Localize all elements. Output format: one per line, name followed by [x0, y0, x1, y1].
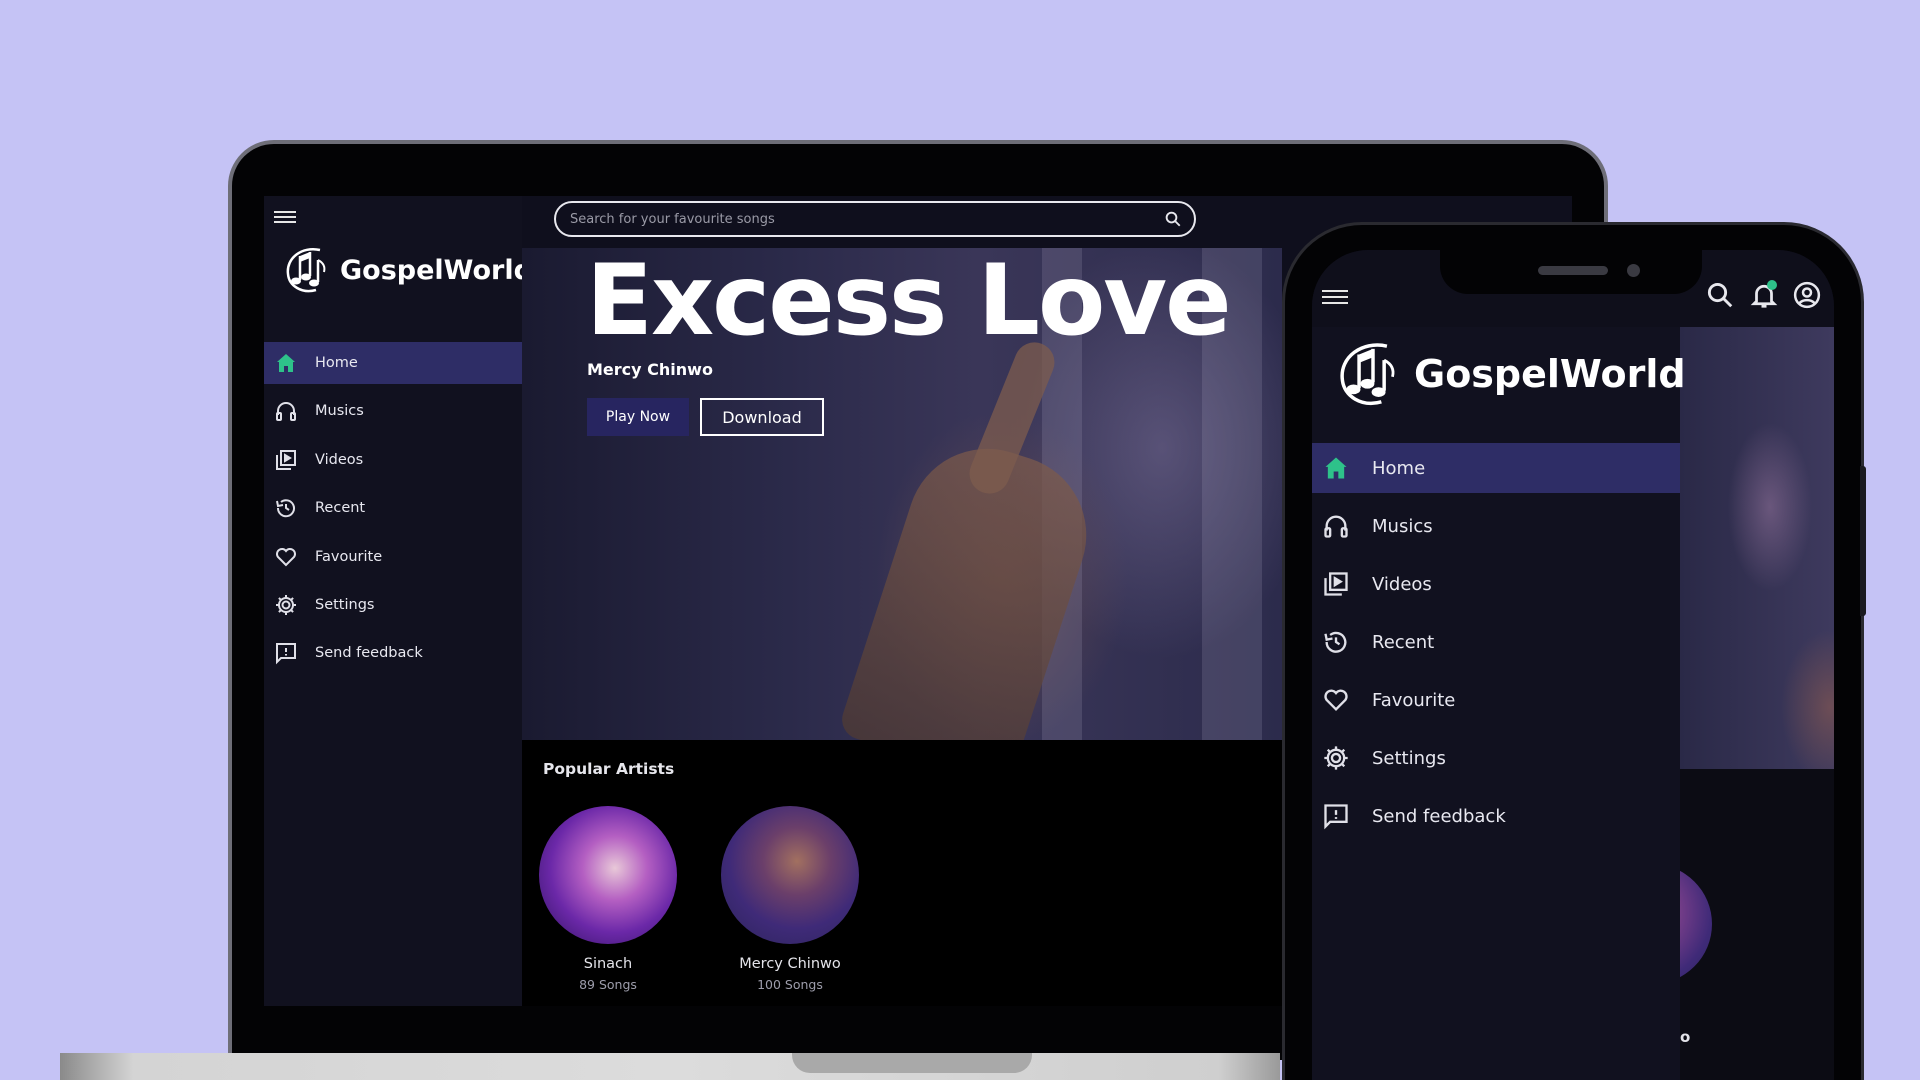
phone-sidebar: GospelWorld Home Musics Videos Recent Fa… [1312, 327, 1686, 1080]
laptop-base-notch [792, 1053, 1032, 1073]
artist-card-mercy-chinwo[interactable]: Mercy Chinwo 100 Songs [720, 806, 860, 992]
artist-name: Mercy Chinwo [739, 956, 841, 972]
account-icon[interactable] [1792, 280, 1822, 310]
music-notes-icon [286, 247, 326, 293]
phone-screen: o GospelWorld Home Musics Videos Recent … [1312, 250, 1834, 1080]
sidebar-item-label: Recent [1372, 631, 1435, 653]
artist-song-count: 100 Songs [757, 977, 823, 992]
sidebar-item-label: Settings [1372, 747, 1446, 769]
history-icon [274, 496, 298, 520]
phone-artist-peek[interactable] [1680, 864, 1740, 1004]
sidebar-item-musics[interactable]: Musics [264, 390, 522, 432]
app-logo[interactable]: GospelWorld [1334, 337, 1686, 411]
sidebar-item-videos[interactable]: Videos [264, 439, 522, 481]
phone-hero-banner [1680, 327, 1834, 769]
sidebar: GospelWorld Home Musics Videos Recent Fa… [264, 196, 533, 1006]
video-library-icon [274, 448, 298, 472]
sidebar-item-musics[interactable]: Musics [1312, 501, 1680, 551]
sidebar-item-label: Settings [315, 596, 375, 613]
app-logo[interactable]: GospelWorld [282, 244, 533, 296]
gear-icon [1322, 744, 1350, 772]
sidebar-item-label: Home [1372, 457, 1426, 479]
home-icon [1322, 454, 1350, 482]
phone-speaker [1538, 266, 1608, 275]
menu-icon[interactable] [274, 208, 296, 226]
menu-icon[interactable] [1322, 286, 1348, 306]
sidebar-item-recent[interactable]: Recent [264, 487, 522, 529]
sidebar-item-settings[interactable]: Settings [264, 584, 522, 626]
sidebar-item-label: Favourite [315, 548, 383, 565]
sidebar-item-recent[interactable]: Recent [1312, 617, 1680, 667]
sidebar-item-label: Musics [315, 403, 364, 420]
sidebar-item-label: Videos [1372, 573, 1432, 595]
sidebar-item-home[interactable]: Home [264, 342, 522, 384]
phone-side-button [1860, 466, 1866, 616]
sidebar-item-favourite[interactable]: Favourite [1312, 675, 1680, 725]
phone-sidebar-nav: Home Musics Videos Recent Favourite Sett… [1312, 443, 1680, 849]
home-icon [274, 351, 298, 375]
artist-name: Sinach [583, 956, 633, 972]
phone-camera [1627, 264, 1640, 277]
hero-artist[interactable]: Mercy Chinwo [587, 360, 713, 379]
sidebar-item-favourite[interactable]: Favourite [264, 536, 522, 578]
avatar[interactable] [721, 806, 859, 944]
phone-artist-name-peek: o [1680, 1028, 1691, 1046]
sidebar-item-send-feedback[interactable]: Send feedback [1312, 791, 1680, 841]
search-icon[interactable] [1164, 210, 1182, 228]
feedback-icon [1322, 802, 1350, 830]
heart-icon [1322, 686, 1350, 714]
notification-dot [1767, 280, 1777, 290]
artist-card-sinach[interactable]: Sinach 89 Songs [538, 806, 678, 992]
heart-icon [274, 545, 298, 569]
video-library-icon [1322, 570, 1350, 598]
search-input[interactable] [570, 211, 1164, 227]
sidebar-item-label: Favourite [1372, 689, 1456, 711]
headphones-icon [1322, 512, 1350, 540]
music-notes-icon [1340, 343, 1395, 405]
sidebar-item-settings[interactable]: Settings [1312, 733, 1680, 783]
sidebar-item-label: Send feedback [1372, 805, 1506, 827]
bell-icon[interactable] [1749, 280, 1779, 310]
sidebar-item-label: Videos [315, 451, 364, 468]
hero-banner: Excess Love Mercy Chinwo Play Now Downlo… [522, 248, 1282, 740]
artist-song-count: 89 Songs [579, 977, 637, 992]
sidebar-item-videos[interactable]: Videos [1312, 559, 1680, 609]
sidebar-nav: Home Musics Videos Recent Favourite Sett… [264, 342, 522, 681]
sidebar-item-label: Musics [1372, 515, 1433, 537]
search-icon[interactable] [1705, 280, 1735, 310]
avatar[interactable] [539, 806, 677, 944]
hero-title: Excess Love [586, 248, 1232, 358]
feedback-icon [274, 641, 298, 665]
sidebar-item-label: Recent [315, 500, 366, 517]
sidebar-item-label: Send feedback [315, 645, 423, 662]
laptop-base [60, 1053, 1280, 1080]
app-name: GospelWorld [340, 254, 533, 286]
app-name: GospelWorld [1414, 352, 1686, 396]
search-bar[interactable] [554, 201, 1196, 237]
section-title: Popular Artists [543, 760, 675, 778]
play-now-button[interactable]: Play Now [587, 398, 689, 436]
avatar[interactable] [1680, 864, 1712, 984]
sidebar-item-send-feedback[interactable]: Send feedback [264, 632, 522, 674]
history-icon [1322, 628, 1350, 656]
download-button[interactable]: Download [700, 398, 824, 436]
sidebar-item-home[interactable]: Home [1312, 443, 1680, 493]
sidebar-item-label: Home [315, 355, 358, 371]
headphones-icon [274, 399, 298, 423]
gear-icon [274, 593, 298, 617]
